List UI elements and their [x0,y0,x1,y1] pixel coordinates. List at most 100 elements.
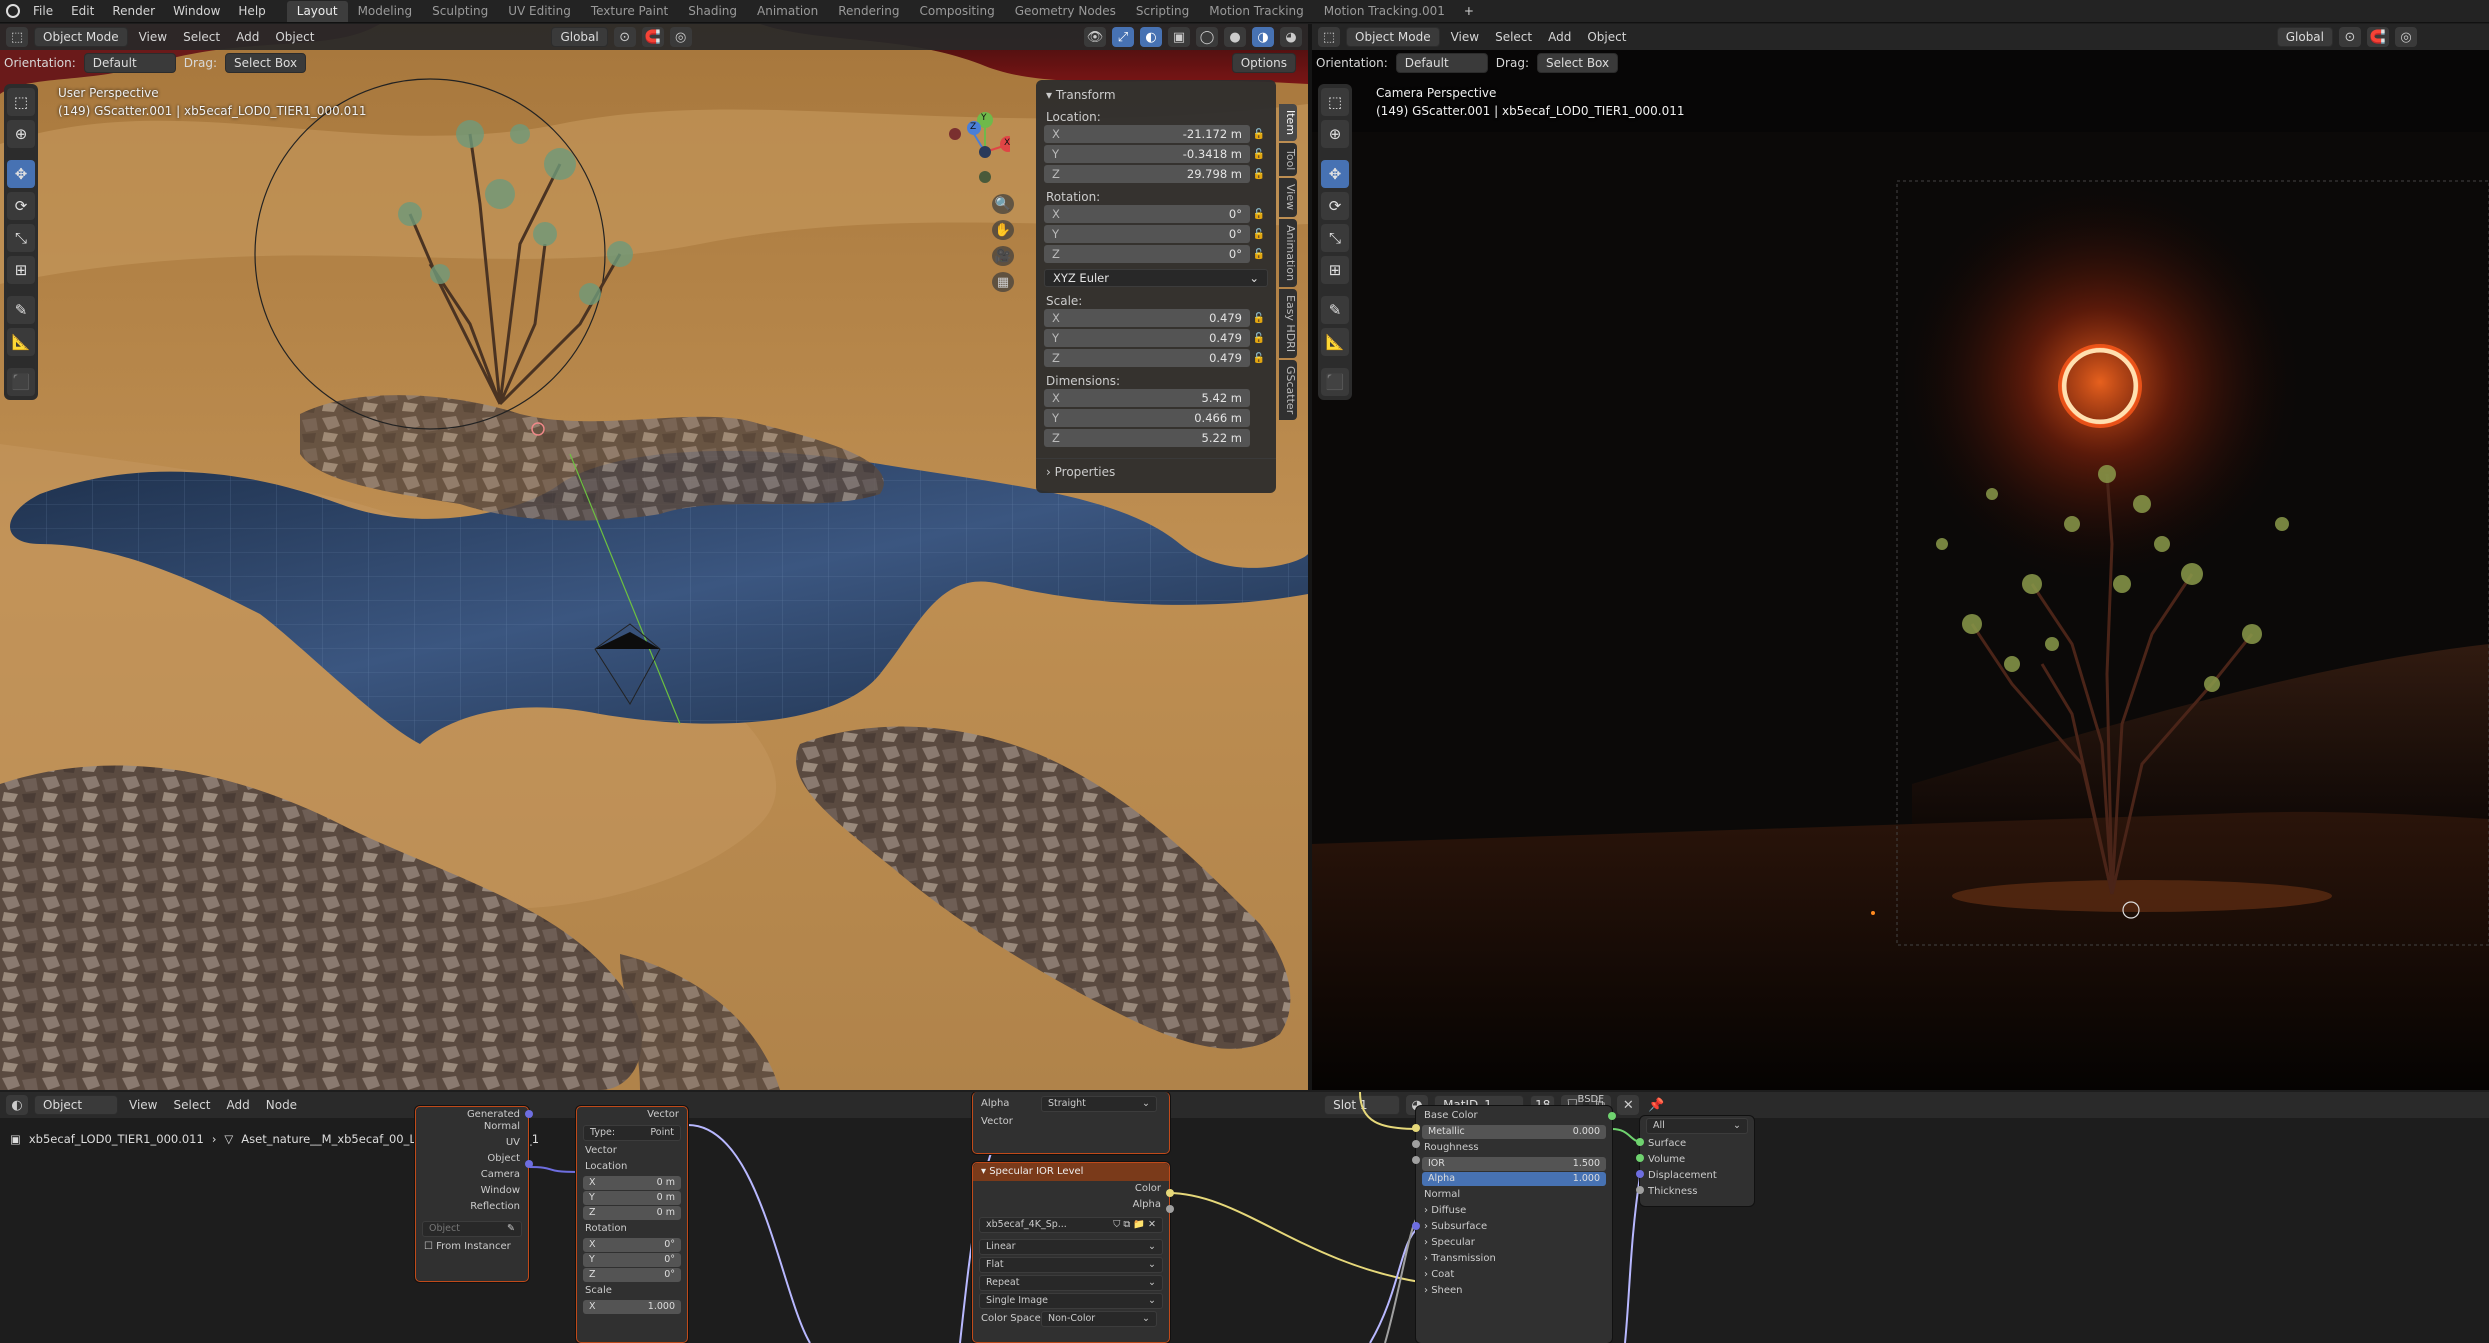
lock-icon[interactable]: 🔓 [1250,149,1268,160]
snap-icon[interactable]: 🧲 [2367,27,2389,47]
principled-bsdf-node[interactable]: BSDF Base Color Metallic 0.000 Roughness … [1416,1094,1612,1343]
location-z-field[interactable]: Z 29.798 m [1044,165,1250,183]
output-target-dropdown[interactable]: All ⌄ [1646,1118,1748,1134]
transform-icon[interactable]: ⊞ [1321,256,1349,284]
socket-thickness[interactable] [1636,1186,1644,1194]
socket-surface[interactable] [1636,1138,1644,1146]
menu-render[interactable]: Render [103,0,164,23]
lock-icon[interactable]: 🔓 [1250,169,1268,180]
move-icon[interactable]: ✥ [1321,160,1349,188]
socket-displacement[interactable] [1636,1170,1644,1178]
image-texture-node[interactable]: ▾ Specular IOR Level Color Alpha xb5ecaf… [972,1162,1170,1343]
mapping-location-y[interactable]: Y0 m [583,1191,681,1205]
orientation-dropdown[interactable]: Default [1395,53,1488,73]
select-box-icon[interactable]: ⬚ [1321,88,1349,116]
tab-easy-hdri[interactable]: Easy HDRI [1279,288,1297,358]
socket-roughness[interactable] [1412,1156,1420,1164]
shading-rendered-icon[interactable]: ◕ [1280,27,1302,47]
image-buttons-icon[interactable]: ⛉ ⧉ 📁 ✕ [1113,1218,1156,1232]
measure-icon[interactable]: 📐 [7,328,35,356]
socket-bsdf-out[interactable] [1608,1112,1616,1120]
menu-add[interactable]: Add [1543,30,1576,44]
mode-dropdown[interactable]: Object Mode [34,27,128,47]
projection-dropdown[interactable]: Flat ⌄ [979,1257,1163,1273]
transform-orientation-dropdown[interactable]: Global [551,27,608,47]
location-y-field[interactable]: Y -0.3418 m [1044,145,1250,163]
socket-metallic[interactable] [1412,1140,1420,1148]
socket-image-alpha[interactable] [1166,1205,1174,1213]
annotate-icon[interactable]: ✎ [7,296,35,324]
panel-diffuse[interactable]: › Diffuse [1416,1203,1612,1219]
lock-icon[interactable]: 🔓 [1250,353,1268,364]
panel-coat[interactable]: › Coat [1416,1267,1612,1283]
image-selector[interactable]: xb5ecaf_4K_Sp... ⛉ ⧉ 📁 ✕ [979,1217,1163,1233]
socket-generated[interactable] [525,1110,533,1118]
lock-icon[interactable]: 🔓 [1250,333,1268,344]
tab-motion-tracking-001[interactable]: Motion Tracking.001 [1314,1,1455,22]
lock-icon[interactable]: 🔓 [1250,229,1268,240]
select-box-icon[interactable]: ⬚ [7,88,35,116]
pivot-icon[interactable]: ⊙ [2339,27,2361,47]
socket-base-color[interactable] [1412,1124,1420,1132]
lock-icon[interactable]: 🔓 [1250,209,1268,220]
extension-dropdown[interactable]: Repeat ⌄ [979,1275,1163,1291]
texture-coordinate-node[interactable]: Generated Normal UV Object Camera Window… [415,1106,529,1282]
gizmo-toggle-icon[interactable]: ⤢ [1112,27,1134,47]
eyedropper-icon[interactable]: ✎ [507,1222,515,1236]
mapping-rotation-z[interactable]: Z 0° [583,1268,681,1282]
interpolation-dropdown[interactable]: Linear ⌄ [979,1239,1163,1255]
rotation-x-field[interactable]: X 0° [1044,205,1250,223]
tab-modeling[interactable]: Modeling [348,1,423,22]
proportional-edit-icon[interactable]: ◎ [669,27,692,47]
socket-image-color[interactable] [1166,1189,1174,1197]
tab-geometry-nodes[interactable]: Geometry Nodes [1005,1,1126,22]
menu-object[interactable]: Object [270,30,319,44]
viewport-left[interactable]: ⬚ Object Mode View Select Add Object Glo… [0,24,1308,1090]
menu-file[interactable]: File [24,0,62,23]
rotation-mode-dropdown[interactable]: XYZ Euler ⌄ [1044,269,1268,287]
tab-sculpting[interactable]: Sculpting [422,1,498,22]
scale-y-field[interactable]: Y 0.479 [1044,329,1250,347]
tab-animation[interactable]: Animation [1279,218,1297,287]
mapping-location-z[interactable]: Z0 m [583,1206,681,1220]
shading-solid-icon[interactable]: ● [1224,27,1246,47]
blender-logo-icon[interactable] [6,4,20,18]
bsdf-ior-field[interactable]: IOR 1.500 [1422,1157,1606,1171]
texture-node-upper[interactable]: Alpha Straight ⌄ Vector [972,1092,1170,1154]
socket-normal[interactable] [1412,1222,1420,1230]
transform-header[interactable]: ▾ Transform [1036,84,1276,102]
shading-material-icon[interactable]: ◑ [1252,27,1274,47]
bsdf-metallic-field[interactable]: Metallic 0.000 [1422,1125,1606,1139]
menu-help[interactable]: Help [229,0,274,23]
colorspace-dropdown[interactable]: Non-Color ⌄ [1041,1311,1157,1327]
options-dropdown[interactable]: Options [1231,53,1296,73]
object-picker[interactable]: Object ✎ [422,1221,522,1237]
cursor-icon[interactable]: ⊕ [7,120,35,148]
shading-wireframe-icon[interactable]: ◯ [1196,27,1218,47]
transform-icon[interactable]: ⊞ [7,256,35,284]
panel-transmission[interactable]: › Transmission [1416,1251,1612,1267]
zoom-icon[interactable]: 🔍 [992,194,1014,214]
menu-window[interactable]: Window [164,0,229,23]
node-editor[interactable]: ◐ Object View Select Add Node Slot 1 ◕ M… [0,1092,2489,1343]
viewport-right[interactable]: ⬚ Object Mode View Select Add Object Glo… [1312,24,2489,1090]
menu-add[interactable]: Add [231,30,264,44]
tab-gscatter[interactable]: GScatter [1279,359,1297,420]
dimensions-z-field[interactable]: Z 5.22 m [1044,429,1250,447]
mapping-location-x[interactable]: X0 m [583,1176,681,1190]
scale-icon[interactable]: ⤡ [7,224,35,252]
material-output-node[interactable]: All ⌄ Surface Volume Displacement Thickne… [1640,1116,1754,1206]
add-cube-icon[interactable]: ⬛ [1321,368,1349,396]
transform-orientation-dropdown[interactable]: Global [2276,27,2333,47]
pivot-icon[interactable]: ⊙ [613,27,636,47]
orientation-dropdown[interactable]: Default [83,53,176,73]
overlay-toggle-icon[interactable]: ◐ [1140,27,1162,47]
socket-volume[interactable] [1636,1154,1644,1162]
panel-specular[interactable]: › Specular [1416,1235,1612,1251]
panel-sheen[interactable]: › Sheen [1416,1283,1612,1299]
snap-icon[interactable]: 🧲 [641,27,664,47]
tab-layout[interactable]: Layout [286,0,348,22]
pan-hand-icon[interactable]: ✋ [992,220,1014,240]
scale-z-field[interactable]: Z 0.479 [1044,349,1250,367]
drag-dropdown[interactable]: Select Box [1536,53,1619,73]
